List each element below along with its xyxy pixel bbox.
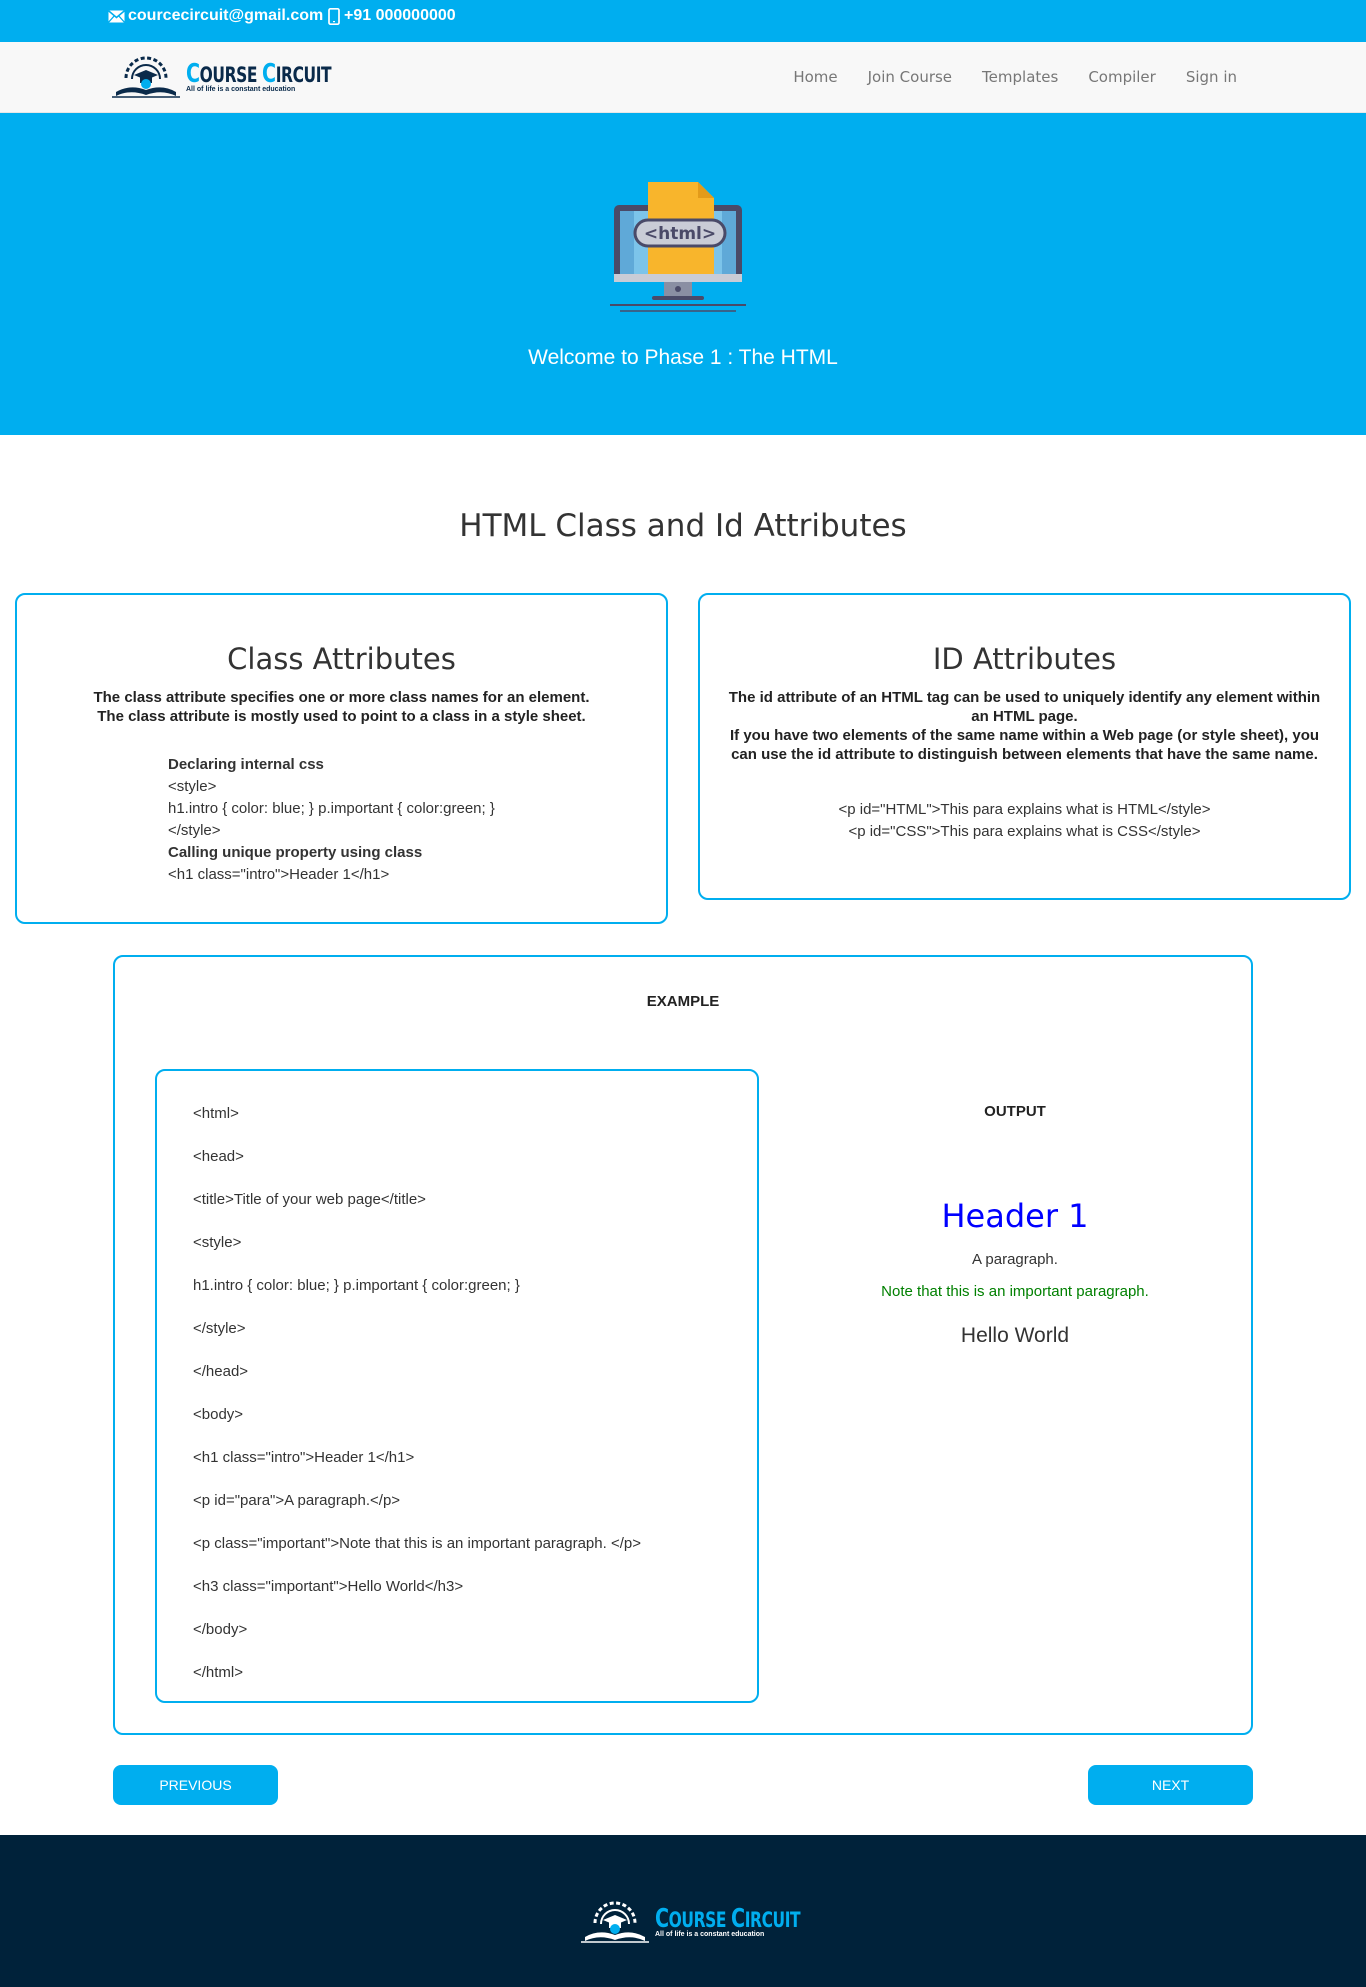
example-code-lines: <html> <head> <title>Title of your web p… (193, 1104, 641, 1706)
class-code-line: <h1 class="intro">Header 1</h1> (168, 866, 390, 883)
output-hello-world: Hello World (960, 1324, 1070, 1347)
class-desc-line-1: The class attribute specifies one or mor… (93, 689, 590, 706)
output-header-1: Header 1 (941, 1197, 1089, 1235)
navbar: COURSE CIRCUIT All of life is a constant… (0, 42, 1366, 113)
class-code-line: <style> (168, 778, 217, 795)
class-code-line: </style> (168, 822, 221, 839)
footer-logo-word-ourse: OURSE (668, 1907, 727, 1932)
brand-logo[interactable]: COURSE CIRCUIT All of life is a constant… (112, 56, 363, 100)
id-card-title: ID Attributes (932, 642, 1117, 676)
code-line: <style> (193, 1234, 242, 1251)
hero-title: Welcome to Phase 1 : The HTML (528, 346, 838, 369)
contact-email[interactable]: courcecircuit@gmail.com (108, 6, 323, 26)
id-code-line: <p id="CSS">This para explains what is C… (848, 823, 1201, 840)
code-line: <h1 class="intro">Header 1</h1> (193, 1449, 415, 1466)
id-desc-line-1: The id attribute of an HTML tag can be u… (728, 689, 1321, 725)
code-line: h1.intro { color: blue; } p.important { … (193, 1277, 520, 1294)
code-line: <p class="important">Note that this is a… (193, 1535, 641, 1552)
contact-phone[interactable]: +91 000000000 (328, 6, 456, 26)
code-line: <head> (193, 1148, 244, 1165)
id-code-sample: <p id="HTML">This para explains what is … (700, 799, 1349, 843)
footer-logo-letter-c: C (655, 1903, 669, 1934)
class-card-description: The class attribute specifies one or mor… (17, 688, 666, 726)
class-attributes-card: Class Attributes The class attribute spe… (15, 593, 668, 924)
code-line: <body> (193, 1406, 244, 1423)
page-title: HTML Class and Id Attributes (459, 508, 907, 544)
footer-logo-letter-c2: C (731, 1903, 745, 1934)
class-code-line: h1.intro { color: blue; } p.important { … (168, 800, 495, 817)
output-label: OUTPUT (984, 1103, 1046, 1120)
class-code-line: Calling unique property using class (168, 844, 423, 861)
code-line: <title>Title of your web page</title> (193, 1191, 426, 1208)
nav-compiler[interactable]: Compiler (1088, 68, 1156, 86)
nav-home[interactable]: Home (793, 68, 837, 86)
example-panel: EXAMPLE <html> <head> <title>Title of yo… (113, 955, 1253, 1735)
contact-email-text: courcecircuit@gmail.com (128, 7, 324, 24)
code-line: </html> (193, 1664, 244, 1681)
output-paragraph: A paragraph. (972, 1251, 1058, 1268)
example-label: EXAMPLE (646, 993, 720, 1010)
contact-phone-text: +91 000000000 (344, 7, 456, 24)
class-card-title: Class Attributes (227, 642, 456, 676)
id-attributes-card: ID Attributes The id attribute of an HTM… (698, 593, 1351, 900)
code-line: </head> (193, 1363, 249, 1380)
output-important-paragraph: Note that this is an important paragraph… (881, 1283, 1149, 1300)
logo-word-ourse: OURSE (199, 62, 258, 87)
mail-icon (108, 9, 125, 23)
hero-banner: <html> Welcome to Phase 1 : The HTML (0, 113, 1366, 435)
footer: COURSE CIRCUIT All of life is a constant… (0, 1835, 1366, 1987)
id-desc-line-2: If you have two elements of the same nam… (729, 727, 1320, 763)
id-code-line: <p id="HTML">This para explains what is … (838, 801, 1211, 818)
nav-menu: Home Join Course Templates Compiler Sign… (793, 42, 1237, 112)
html-monitor-icon: <html> (610, 182, 746, 312)
class-code-sample: Declaring internal css <style> h1.intro … (168, 754, 666, 886)
next-button[interactable]: NEXT (1088, 1765, 1253, 1805)
logo-letter-c2: C (262, 58, 276, 89)
code-line: <h3 class="important">Hello World</h3> (193, 1578, 464, 1595)
class-code-line: Declaring internal css (168, 756, 324, 773)
course-circuit-emblem-icon (581, 1901, 649, 1943)
nav-templates[interactable]: Templates (982, 68, 1058, 86)
mobile-phone-icon (328, 7, 340, 25)
code-line: <html> (193, 1105, 239, 1122)
previous-button[interactable]: PREVIOUS (113, 1765, 278, 1805)
contact-bar: courcecircuit@gmail.com +91 000000000 (0, 0, 1366, 42)
code-line: </body> (193, 1621, 248, 1638)
nav-sign-in[interactable]: Sign in (1186, 68, 1237, 86)
code-line: <p id="para">A paragraph.</p> (193, 1492, 401, 1509)
html-icon-label: <html> (644, 224, 716, 244)
id-card-description: The id attribute of an HTML tag can be u… (700, 688, 1349, 764)
example-code-box: <html> <head> <title>Title of your web p… (155, 1069, 759, 1703)
course-circuit-emblem-icon (112, 56, 180, 98)
code-line: </style> (193, 1320, 246, 1337)
footer-logo-word-ircuit: IRCUIT (744, 1907, 801, 1932)
logo-letter-c: C (186, 58, 200, 89)
footer-logo[interactable]: COURSE CIRCUIT All of life is a constant… (581, 1901, 832, 1945)
logo-word-ircuit: IRCUIT (275, 62, 332, 87)
nav-join-course[interactable]: Join Course (868, 68, 952, 86)
class-desc-line-2: The class attribute is mostly used to po… (97, 708, 586, 725)
